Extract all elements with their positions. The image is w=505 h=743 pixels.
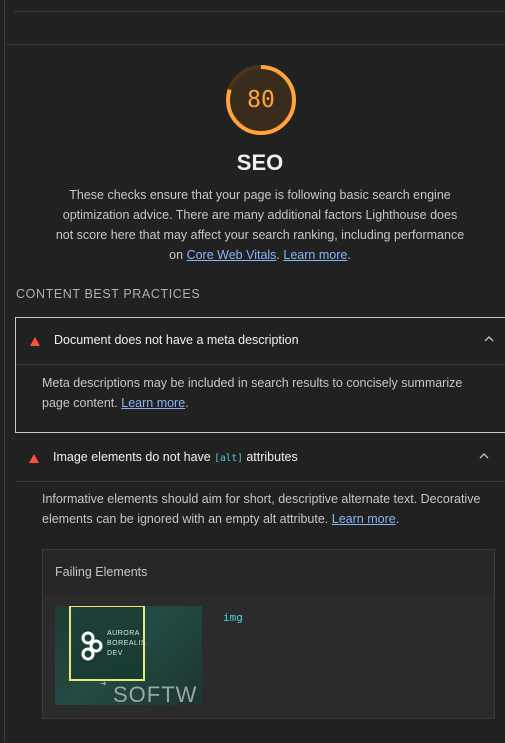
fail-triangle-icon	[29, 454, 39, 463]
thumbnail-highlight: AURORA BOREALIS DEV	[69, 606, 146, 681]
core-web-vitals-link[interactable]: Core Web Vitals	[187, 248, 277, 262]
category-description: These checks ensure that your page is fo…	[55, 185, 465, 265]
thumb-line2: BOREALIS	[107, 640, 147, 647]
thumbnail-text: AURORA BOREALIS DEV	[107, 629, 146, 659]
end-punct: .	[395, 512, 400, 526]
aurora-logo-icon	[81, 631, 103, 661]
learn-more-link[interactable]: Learn more	[332, 512, 396, 526]
audit-divider	[15, 481, 505, 482]
fail-triangle-icon	[30, 337, 40, 346]
audit-title-before: Image elements do not have	[53, 450, 211, 464]
top-divider	[14, 11, 505, 12]
table-header: Failing Elements	[43, 550, 494, 595]
learn-more-link[interactable]: Learn more	[121, 396, 185, 410]
chevron-up-icon[interactable]	[477, 449, 491, 463]
thumbnail-arrow-icon: ➜	[100, 679, 107, 688]
audit-meta-description: Document does not have a meta descriptio…	[15, 317, 505, 433]
audit-header[interactable]: Document does not have a meta descriptio…	[16, 318, 505, 365]
chevron-up-icon[interactable]	[482, 332, 496, 346]
audit-title-after: attributes	[246, 450, 298, 464]
element-screenshot: AURORA BOREALIS DEV ➜ SOFTW	[55, 606, 202, 705]
thumb-line1: AURORA	[107, 630, 140, 637]
score-value: 80	[247, 87, 275, 113]
audit-title: Image elements do not have [alt] attribu…	[53, 450, 298, 464]
audit-header-alt[interactable]: Image elements do not have [alt] attribu…	[15, 435, 505, 481]
node-snippet[interactable]: img	[223, 611, 243, 624]
audit-description-text: Informative elements should aim for shor…	[42, 492, 481, 526]
failing-elements-table: Failing Elements AURORA BOREALIS DEV ➜ S…	[42, 549, 495, 719]
audit-description-text: Meta descriptions may be included in sea…	[42, 376, 463, 410]
table-row[interactable]: AURORA BOREALIS DEV ➜ SOFTW img	[43, 595, 494, 718]
score-gauge[interactable]: 80	[224, 63, 298, 137]
thumbnail-big-text: SOFTW	[113, 682, 198, 705]
category-title: SEO	[236, 150, 284, 175]
learn-more-link[interactable]: Learn more	[283, 248, 347, 262]
end-punct: .	[347, 248, 351, 262]
end-punct: .	[185, 396, 189, 410]
alt-code: [alt]	[214, 453, 243, 464]
group-title: Content Best Practices	[16, 287, 201, 301]
audit-description: Meta descriptions may be included in sea…	[42, 373, 488, 413]
left-border	[4, 0, 5, 743]
section-divider	[5, 44, 505, 45]
audit-description: Informative elements should aim for shor…	[42, 489, 485, 529]
audit-title: Document does not have a meta descriptio…	[54, 333, 299, 347]
thumb-line3: DEV	[107, 650, 123, 657]
separator: .	[276, 248, 280, 262]
table-header-label: Failing Elements	[55, 565, 148, 579]
